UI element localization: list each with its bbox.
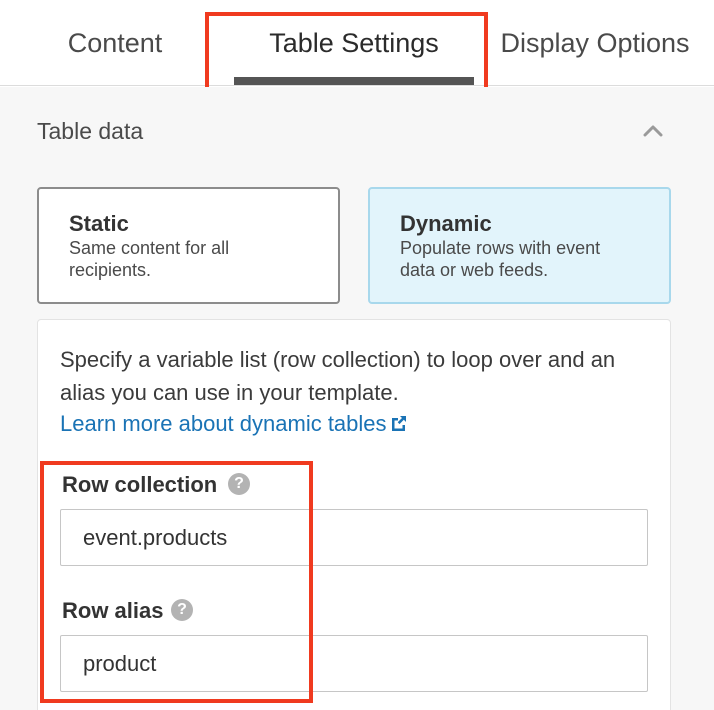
static-mode-description: Same content for all recipients. bbox=[69, 238, 230, 280]
row-alias-input[interactable] bbox=[60, 635, 648, 692]
external-link-icon bbox=[391, 416, 406, 431]
active-tab-indicator bbox=[234, 77, 474, 85]
tab-display-options[interactable]: Display Options bbox=[490, 0, 700, 86]
dynamic-mode-description: Populate rows with event data or web fee… bbox=[400, 238, 601, 280]
row-collection-input[interactable] bbox=[60, 509, 648, 566]
table-settings-panel: Content Table Settings Display Options T… bbox=[0, 0, 714, 710]
row-collection-label: Row collection bbox=[62, 472, 218, 497]
static-mode-card[interactable]: Static Same content for all recipients. bbox=[37, 187, 340, 304]
dynamic-intro-text: Specify a variable list (row collection)… bbox=[60, 347, 616, 405]
section-title: Table data bbox=[37, 118, 144, 144]
help-icon[interactable]: ? bbox=[171, 599, 193, 621]
static-mode-title: Static bbox=[69, 211, 129, 236]
row-alias-label: Row alias bbox=[62, 598, 164, 623]
chevron-up-icon[interactable] bbox=[642, 122, 664, 138]
tab-bar: Content Table Settings Display Options bbox=[0, 0, 714, 86]
tab-table-settings[interactable]: Table Settings bbox=[234, 0, 474, 86]
learn-more-link[interactable]: Learn more about dynamic tables bbox=[60, 407, 409, 440]
dynamic-mode-title: Dynamic bbox=[400, 211, 492, 236]
learn-more-link-text: Learn more about dynamic tables bbox=[60, 411, 387, 436]
tab-content[interactable]: Content bbox=[50, 0, 180, 86]
help-icon[interactable]: ? bbox=[228, 473, 250, 495]
dynamic-mode-card[interactable]: Dynamic Populate rows with event data or… bbox=[368, 187, 671, 304]
